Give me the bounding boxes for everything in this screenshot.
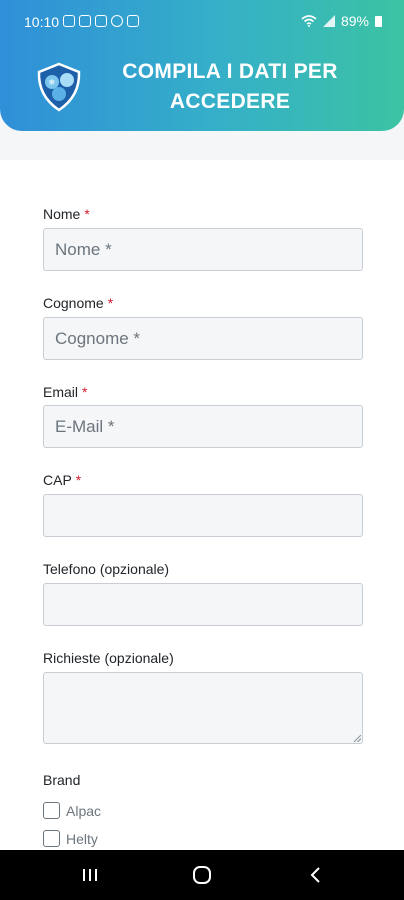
required-marker: * <box>84 206 90 222</box>
shield-logo-icon: ❄ <box>37 62 81 112</box>
cap-input[interactable] <box>43 494 363 537</box>
resize-handle-icon[interactable] <box>353 734 361 742</box>
checkbox[interactable] <box>43 802 60 819</box>
system-nav-bar <box>0 850 404 900</box>
back-icon <box>310 867 320 883</box>
app-header: 10:10 89% ❄ COMPILA I DATI PER ACCEDERE <box>0 0 404 131</box>
nome-input[interactable] <box>43 228 363 271</box>
recent-apps-button[interactable] <box>78 864 102 886</box>
smile-icon <box>111 15 123 27</box>
brand-option-alpac[interactable]: Alpac <box>43 802 101 819</box>
calendar-icon <box>79 15 91 27</box>
wifi-icon <box>301 15 317 27</box>
brand-label: Brand <box>43 772 81 788</box>
telefono-label: Telefono (opzionale) <box>43 561 170 577</box>
checkbox-label: Helty <box>66 830 98 847</box>
home-icon <box>193 866 211 884</box>
header-spacer <box>0 131 404 160</box>
cognome-input[interactable] <box>43 317 363 360</box>
instagram-icon <box>63 15 75 27</box>
home-button[interactable] <box>190 864 214 886</box>
email-label: Email * <box>43 384 88 400</box>
notification-icons <box>63 15 139 27</box>
checkbox[interactable] <box>43 830 60 847</box>
battery-icon <box>375 15 382 27</box>
richieste-label: Richieste (opzionale) <box>43 650 174 666</box>
telefono-input[interactable] <box>43 583 363 626</box>
brand-option-helty[interactable]: Helty <box>43 830 98 847</box>
status-right: 89% <box>301 13 382 29</box>
required-marker: * <box>75 472 82 488</box>
gallery-icon <box>127 15 139 27</box>
email-input[interactable] <box>43 405 363 448</box>
required-marker: * <box>107 295 114 311</box>
checkbox-label: Alpac <box>66 802 102 819</box>
recent-apps-icon <box>83 869 97 881</box>
page-title: COMPILA I DATI PER ACCEDERE <box>122 60 338 113</box>
back-button[interactable] <box>304 864 328 886</box>
cap-label: CAP * <box>43 472 82 488</box>
status-time: 10:10 <box>24 14 60 30</box>
svg-text:❄: ❄ <box>49 78 56 87</box>
mail-icon <box>95 15 107 27</box>
battery-percentage: 89% <box>340 13 369 29</box>
required-marker: * <box>82 384 88 400</box>
richieste-textarea[interactable] <box>43 672 363 744</box>
signal-icon <box>322 15 335 27</box>
nome-label: Nome * <box>43 206 90 222</box>
status-bar: 10:10 89% <box>0 0 404 44</box>
cognome-label: Cognome * <box>43 295 114 311</box>
